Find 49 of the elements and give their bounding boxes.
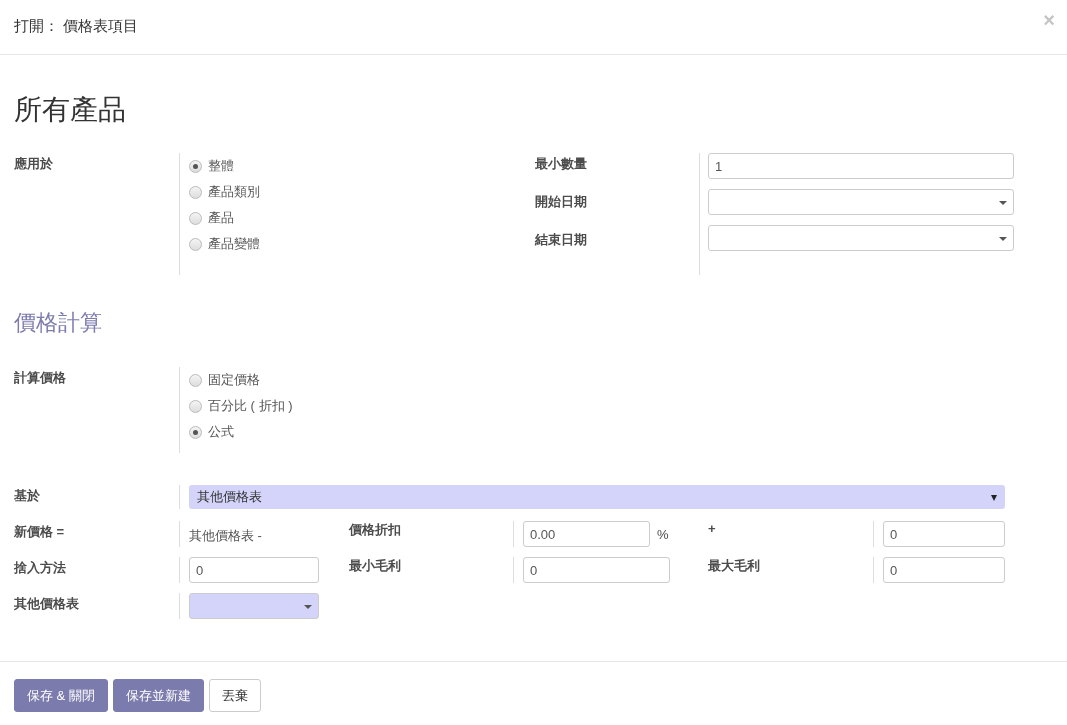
dialog-title: 打開： 價格表項目: [14, 16, 139, 36]
radio-label[interactable]: 產品類別: [208, 183, 260, 201]
percent-unit: %: [657, 526, 669, 542]
radio-label[interactable]: 公式: [208, 423, 234, 441]
action-button[interactable]: 丟棄: [208, 679, 261, 712]
section-title: 價格計算: [14, 309, 103, 337]
input-field[interactable]: 0: [883, 521, 1005, 547]
field-label: 計算價格: [14, 369, 67, 387]
date-field[interactable]: [708, 225, 1014, 251]
select-field[interactable]: 其他價格表: [189, 485, 1005, 509]
radio-button[interactable]: [189, 211, 202, 225]
radio-button[interactable]: [189, 399, 202, 413]
input-field[interactable]: 1: [708, 153, 1014, 179]
plus-sign: +: [708, 520, 716, 536]
date-field[interactable]: [708, 189, 1014, 215]
field-label: 最小數量: [535, 155, 588, 173]
select-field[interactable]: [189, 593, 319, 619]
record-title: 所有產品: [14, 93, 127, 127]
radio-button[interactable]: [189, 159, 202, 173]
field-label: 捨入方法: [14, 559, 67, 577]
radio-label[interactable]: 百分比 ( 折扣 ): [208, 397, 293, 415]
field-label: 價格折扣: [349, 521, 401, 537]
radio-button[interactable]: [189, 185, 202, 199]
field-label: 最大毛利: [708, 557, 760, 573]
input-field[interactable]: 0: [523, 557, 670, 583]
field-label: 新價格 =: [14, 523, 66, 541]
input-field[interactable]: 0.00: [523, 521, 650, 547]
caret-icon: [999, 201, 1007, 205]
caret-icon: [999, 237, 1007, 241]
field-label: 應用於: [14, 155, 54, 173]
field-label: 其他價格表: [14, 595, 80, 613]
radio-button[interactable]: [189, 425, 202, 439]
input-field[interactable]: 0: [189, 557, 319, 583]
radio-label[interactable]: 產品變體: [208, 235, 260, 253]
action-button[interactable]: 保存並新建: [112, 679, 204, 712]
field-label: 最小毛利: [349, 557, 401, 573]
input-field[interactable]: 0: [883, 557, 1005, 583]
formula-text: 其他價格表 -: [189, 527, 262, 545]
radio-button[interactable]: [189, 237, 202, 251]
radio-label[interactable]: 產品: [208, 209, 234, 227]
action-button[interactable]: 保存 & 關閉: [14, 679, 108, 712]
field-label: 結束日期: [535, 231, 588, 249]
caret-icon: [304, 605, 312, 609]
field-label: 基於: [14, 487, 41, 505]
caret-icon: [991, 495, 997, 501]
radio-label[interactable]: 固定價格: [208, 371, 260, 389]
radio-label[interactable]: 整體: [208, 157, 234, 175]
radio-button[interactable]: [189, 373, 202, 387]
field-label: 開始日期: [535, 193, 588, 211]
